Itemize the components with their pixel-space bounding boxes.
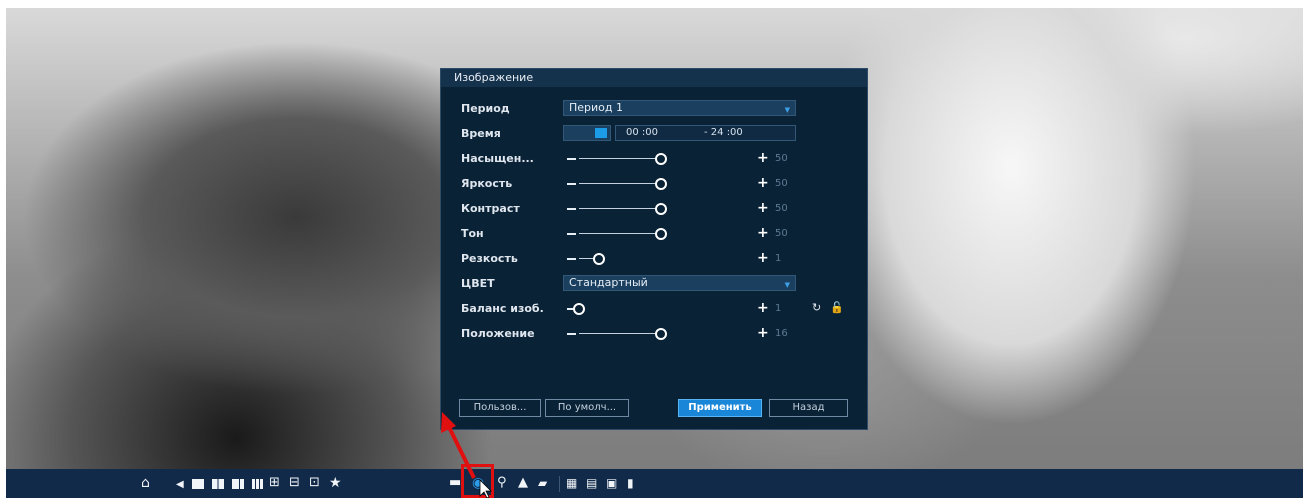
period-select-value: Период 1 — [569, 101, 624, 114]
back-arrow-icon[interactable]: ◀ — [176, 476, 184, 494]
time-range-input[interactable]: 00 :00 - 24 :00 — [615, 125, 796, 141]
toggle-knob — [595, 128, 607, 138]
time-start[interactable]: 00 :00 — [626, 126, 658, 140]
default-button[interactable]: По умолч... — [545, 399, 629, 417]
layout-16-icon[interactable]: ⊞ — [269, 474, 280, 492]
network-icon[interactable]: ▦ — [566, 474, 577, 492]
period-select[interactable]: Период 1 ▼ — [563, 100, 796, 116]
increase-icon[interactable]: + — [757, 176, 769, 190]
home-icon[interactable]: ⌂ — [141, 474, 150, 492]
position-value: 16 — [775, 328, 788, 339]
saturation-slider-handle[interactable] — [655, 153, 667, 165]
contrast-label: Контраст — [461, 202, 520, 215]
alarm-warning-icon[interactable]: ▲ — [518, 474, 528, 492]
brightness-slider-handle[interactable] — [655, 178, 667, 190]
lock-icon[interactable]: 🔓 — [830, 301, 844, 314]
layout-split-icon[interactable]: ⊟ — [289, 474, 300, 492]
color-row: ЦВЕТ Стандартный ▼ — [441, 274, 869, 294]
increase-icon[interactable]: + — [757, 301, 769, 315]
contrast-slider-track[interactable] — [579, 208, 661, 209]
position-row: Положение + 16 — [441, 324, 869, 344]
color-mode-select[interactable]: Стандартный ▼ — [563, 275, 796, 291]
disk-icon[interactable]: ▣ — [606, 474, 617, 492]
refresh-icon[interactable]: ↻ — [812, 301, 821, 314]
saturation-value: 50 — [775, 153, 788, 164]
hue-slider-handle[interactable] — [655, 228, 667, 240]
increase-icon[interactable]: + — [757, 251, 769, 265]
back-button[interactable]: Назад — [769, 399, 848, 417]
highlight-box — [461, 464, 494, 498]
decrease-icon[interactable] — [567, 208, 576, 210]
camera-icon[interactable]: ▰ — [538, 474, 547, 492]
decrease-icon[interactable] — [567, 258, 576, 260]
contrast-slider-handle[interactable] — [655, 203, 667, 215]
apply-button[interactable]: Применить — [678, 399, 762, 417]
hue-value: 50 — [775, 228, 788, 239]
layout-8-icon[interactable] — [232, 479, 244, 489]
hue-slider-track[interactable] — [579, 233, 661, 234]
custom-button[interactable]: Пользов... — [459, 399, 541, 417]
hue-label: Тон — [461, 227, 484, 240]
bottom-taskbar: ⌂ ◀ ⊞ ⊟ ⊡ ★ ▬ ◉ ⚲ ▲ ▰ ▦ ▤ ▣ ▮ — [6, 469, 1303, 498]
increase-icon[interactable]: + — [757, 326, 769, 340]
sharpness-row: Резкость + 1 — [441, 249, 869, 269]
white-balance-slider-handle[interactable] — [573, 303, 585, 315]
sharpness-slider-handle[interactable] — [592, 253, 605, 265]
favorite-star-icon[interactable]: ★ — [329, 474, 342, 492]
saturation-label: Насыщен... — [461, 152, 534, 165]
layout-1-icon[interactable] — [192, 479, 204, 489]
search-icon[interactable]: ⚲ — [497, 474, 507, 492]
layout-custom-icon[interactable]: ⊡ — [309, 474, 320, 492]
color-mode-value: Стандартный — [569, 276, 648, 289]
contrast-row: Контраст + 50 — [441, 199, 869, 219]
layout-4-icon[interactable] — [212, 479, 224, 489]
period-label: Период — [461, 102, 510, 115]
position-slider-handle[interactable] — [655, 328, 667, 340]
color-label: ЦВЕТ — [461, 277, 495, 290]
time-row: Время 00 :00 - 24 :00 — [441, 124, 869, 144]
saturation-row: Насыщен... + 50 — [441, 149, 869, 169]
saturation-slider-track[interactable] — [579, 158, 661, 159]
position-label: Положение — [461, 327, 535, 340]
decrease-icon[interactable] — [567, 158, 576, 160]
hue-row: Тон + 50 — [441, 224, 869, 244]
brightness-row: Яркость + 50 — [441, 174, 869, 194]
sharpness-value: 1 — [775, 253, 782, 264]
brightness-label: Яркость — [461, 177, 513, 190]
chevron-down-icon: ▼ — [784, 106, 790, 114]
position-slider-track[interactable] — [579, 333, 661, 334]
time-label: Время — [461, 127, 501, 140]
sharpness-label: Резкость — [461, 252, 518, 265]
decrease-icon[interactable] — [567, 183, 576, 185]
hdd-icon[interactable]: ▬ — [449, 474, 461, 492]
settings-tiles-icon[interactable]: ▤ — [586, 474, 597, 492]
chevron-down-icon: ▼ — [784, 281, 790, 289]
separator — [559, 476, 560, 492]
dialog-title: Изображение — [441, 69, 867, 87]
white-balance-value: 1 — [775, 303, 782, 314]
image-settings-dialog: Изображение Период Период 1 ▼ Время 00 :… — [440, 68, 868, 430]
info-icon[interactable]: ▮ — [627, 474, 634, 492]
white-balance-row: Баланс изоб. + 1 ↻ 🔓 — [441, 299, 869, 319]
increase-icon[interactable]: + — [757, 151, 769, 165]
white-balance-label: Баланс изоб. — [461, 302, 544, 315]
brightness-value: 50 — [775, 178, 788, 189]
decrease-icon[interactable] — [567, 233, 576, 235]
increase-icon[interactable]: + — [757, 201, 769, 215]
layout-9-icon[interactable] — [252, 479, 264, 489]
decrease-icon[interactable] — [567, 333, 576, 335]
period-row: Период Период 1 ▼ — [441, 99, 869, 119]
contrast-value: 50 — [775, 203, 788, 214]
time-end[interactable]: - 24 :00 — [704, 126, 743, 140]
increase-icon[interactable]: + — [757, 226, 769, 240]
brightness-slider-track[interactable] — [579, 183, 661, 184]
time-toggle[interactable] — [563, 125, 611, 141]
